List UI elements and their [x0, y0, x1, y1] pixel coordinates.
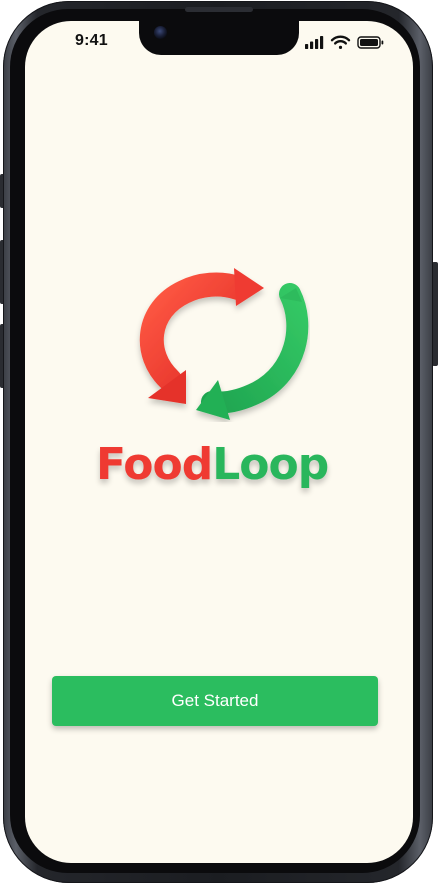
speaker-grille: [185, 7, 253, 12]
status-time: 9:41: [75, 32, 108, 49]
cellular-signal-icon: [305, 36, 324, 49]
battery-icon: [357, 36, 384, 49]
recycle-arrows-icon: [139, 268, 309, 420]
status-icons: [305, 35, 384, 49]
green-arrow-shaft: [201, 283, 309, 414]
brand-wordmark: FoodLoop: [96, 436, 342, 494]
wifi-icon: [330, 35, 351, 49]
red-arrow-shaft: [139, 272, 250, 392]
phone-mockup: 9:41 FoodLoop Get Started: [0, 0, 438, 886]
get-started-button[interactable]: Get Started: [52, 676, 378, 726]
brand-name-loop: Loop: [212, 439, 329, 490]
front-camera-icon: [154, 26, 167, 39]
brand-name-food: Food: [96, 439, 213, 490]
red-arrow-head-top: [234, 268, 264, 306]
